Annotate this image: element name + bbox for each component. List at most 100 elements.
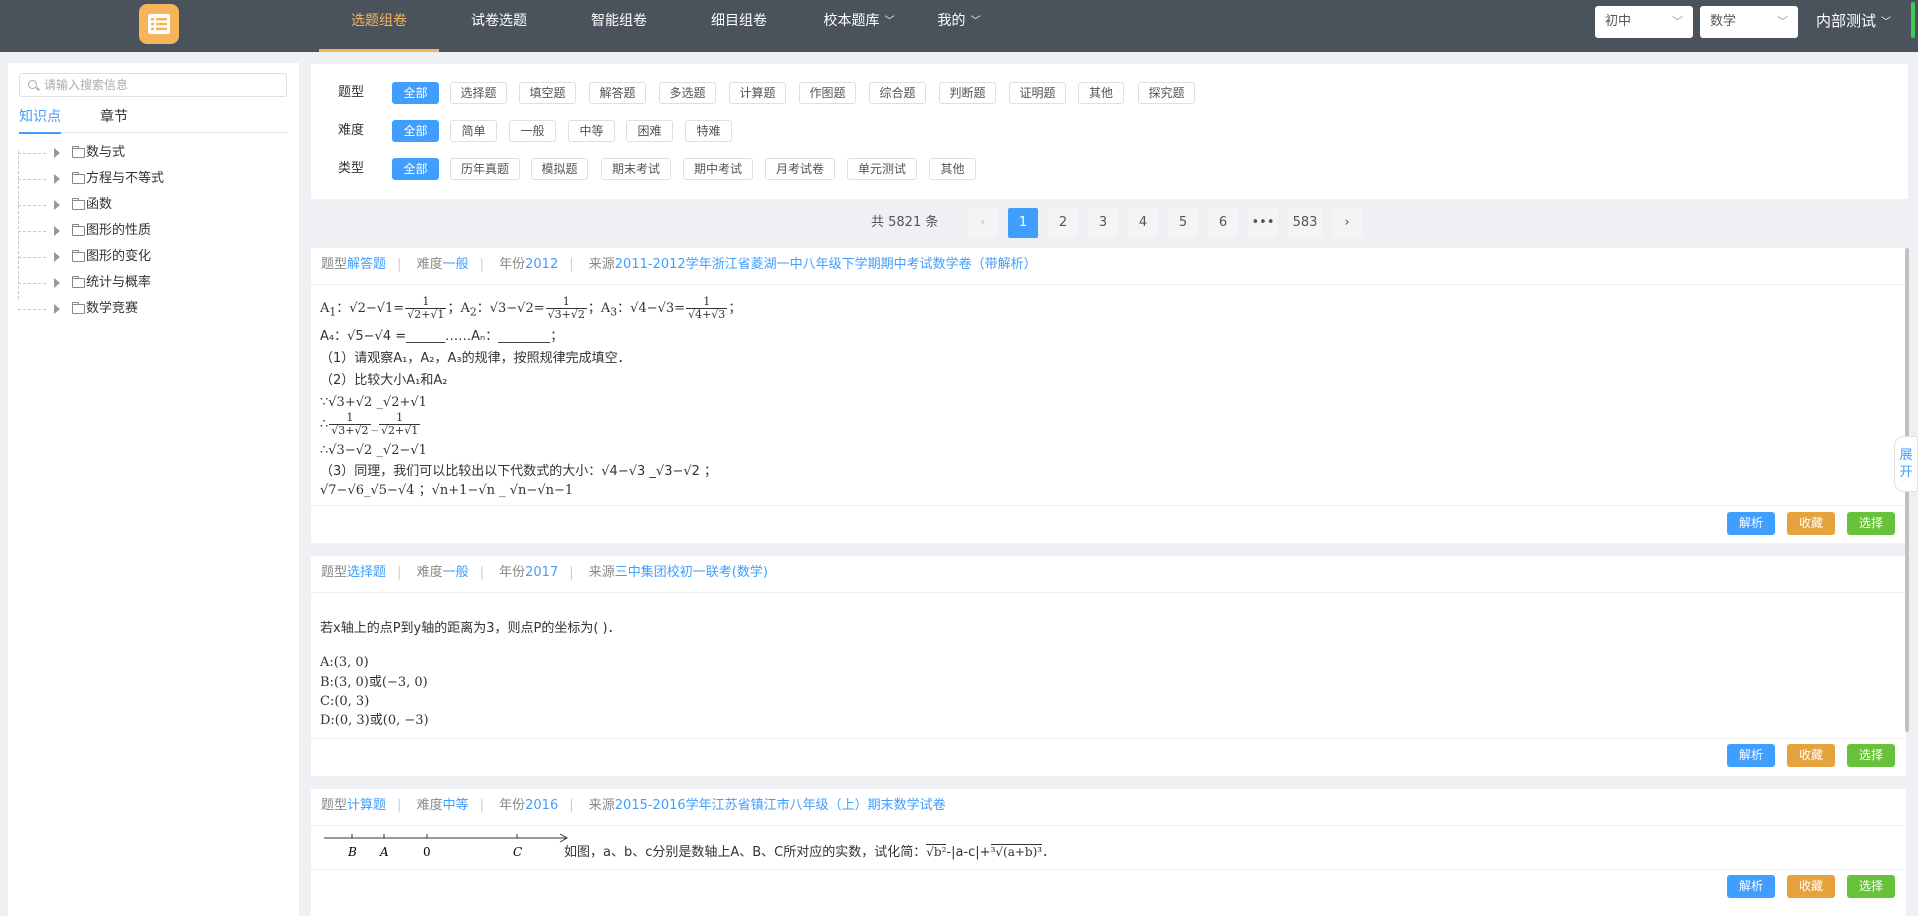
number-line-label: A [379, 845, 389, 859]
meta-label: 难度 [416, 565, 443, 580]
tree-item[interactable]: 函数 [18, 192, 298, 218]
tree-item[interactable]: 方程与不等式 [18, 166, 298, 192]
filter-chip[interactable]: 其他 [1078, 82, 1124, 104]
search-icon [28, 80, 37, 89]
subject-select[interactable]: 数学 ﹀ [1700, 6, 1798, 38]
question-source[interactable]: 2015-2016学年江苏省镇江市八年级（上）期末数学试卷 [615, 798, 946, 813]
meta-label: 来源 [588, 565, 615, 580]
select-button[interactable]: 选择 [1847, 875, 1895, 898]
more-pages-button[interactable]: ••• [1248, 208, 1278, 238]
filter-chip[interactable]: 中等 [568, 120, 615, 142]
question-difficulty: 一般 [442, 257, 469, 272]
filter-chip[interactable]: 全部 [392, 82, 439, 104]
tree-item-label: 图形的变化 [86, 249, 152, 264]
next-page-button[interactable]: › [1332, 208, 1362, 238]
nav-label: 智能组卷 [591, 13, 647, 29]
nav-label: 我的 [937, 13, 966, 29]
tab-chapter[interactable]: 章节 [100, 107, 128, 127]
question-year: 2017 [525, 565, 559, 580]
filter-chip[interactable]: 多选题 [659, 82, 716, 104]
filter-chip[interactable]: 判断题 [939, 82, 996, 104]
user-name: 内部测试 [1816, 12, 1877, 30]
question-stem: 若x轴上的点P到y轴的距离为3，则点P的坐标为( )． [320, 621, 621, 636]
filter-chip[interactable]: 计算题 [729, 82, 786, 104]
question-line: （2）比较大小A₁和A₂ [320, 373, 448, 388]
filter-chip[interactable]: 期中考试 [683, 158, 753, 180]
favorite-button[interactable]: 收藏 [1787, 875, 1835, 898]
tree-item[interactable]: 数学竞赛 [18, 296, 298, 322]
page-button[interactable]: 4 [1128, 208, 1158, 238]
filter-row-category: 类型 全部 历年真题 模拟题 期末考试 期中考试 月考试卷 单元测试 其他 [311, 157, 1908, 181]
filter-chip[interactable]: 选择题 [450, 82, 507, 104]
analysis-button[interactable]: 解析 [1727, 744, 1775, 767]
expand-panel-button[interactable]: 展开 [1894, 436, 1918, 492]
page-button[interactable]: 6 [1208, 208, 1238, 238]
filter-chip[interactable]: 简单 [450, 120, 497, 142]
analysis-button[interactable]: 解析 [1727, 875, 1775, 898]
filter-label: 难度 [338, 123, 365, 138]
filter-chip[interactable]: 一般 [509, 120, 556, 142]
filter-chip[interactable]: 填空题 [519, 82, 576, 104]
filter-chip[interactable]: 全部 [392, 120, 439, 142]
tree-item[interactable]: 图形的变化 [18, 244, 298, 270]
app-logo[interactable] [139, 4, 179, 44]
filter-chip[interactable]: 综合题 [869, 82, 926, 104]
filter-chip[interactable]: 特难 [685, 120, 732, 142]
page-button[interactable]: 5 [1168, 208, 1198, 238]
caret-right-icon [54, 278, 60, 288]
filter-chip[interactable]: 历年真题 [450, 158, 520, 180]
select-button[interactable]: 选择 [1847, 744, 1895, 767]
nav-zhineng-zujuan[interactable]: 智能组卷 [559, 0, 679, 52]
nav-xiaoben-tiku[interactable]: 校本题库 ﹀ [799, 0, 919, 52]
meta-label: 年份 [499, 565, 526, 580]
filter-chip[interactable]: 困难 [626, 120, 673, 142]
filter-chip[interactable]: 模拟题 [531, 158, 588, 180]
tree-item[interactable]: 图形的性质 [18, 218, 298, 244]
favorite-button[interactable]: 收藏 [1787, 744, 1835, 767]
page-button[interactable]: 3 [1088, 208, 1118, 238]
question-difficulty: 一般 [442, 565, 469, 580]
page-button[interactable]: 1 [1008, 208, 1038, 238]
question-year: 2016 [525, 798, 559, 813]
question-card: 题型解答题 | 难度一般 | 年份2012 | 来源2011-2012学年浙江省菱湖一… [311, 248, 1906, 543]
filter-chip[interactable]: 探究题 [1138, 82, 1195, 104]
filter-chip[interactable]: 作图题 [799, 82, 856, 104]
nav-wode[interactable]: 我的 ﹀ [919, 0, 999, 52]
filter-chip[interactable]: 单元测试 [847, 158, 917, 180]
select-button[interactable]: 选择 [1847, 512, 1895, 535]
question-line: ∴√3−√2 _√2−√1 [320, 443, 427, 458]
question-source[interactable]: 三中集团校初一联考(数学) [615, 565, 768, 580]
question-line: A1：√2−√1= 1 √2+√1 ；A2：√3−√2= 1 √3+√2 ；A3：√4−√3… [320, 295, 742, 321]
filter-chip[interactable]: 月考试卷 [765, 158, 835, 180]
question-type: 解答题 [347, 257, 387, 272]
filter-label: 类型 [338, 161, 365, 176]
filter-chip[interactable]: 全部 [392, 158, 439, 180]
question-line: （1）请观察A₁，A₂，A₃的规律，按照规律完成填空． [320, 351, 631, 366]
top-header: 选题组卷 试卷选题 智能组卷 细目组卷 校本题库 ﹀ 我的 ﹀ 初中 ﹀ 数学 ﹀ 内部… [0, 0, 1918, 52]
filter-chip[interactable]: 解答题 [589, 82, 646, 104]
question-meta: 题型选择题 | 难度一般 | 年份2017 | 来源三中集团校初一联考(数学) [321, 565, 768, 580]
question-source[interactable]: 2011-2012学年浙江省菱湖一中八年级下学期期中考试数学卷（带解析） [615, 257, 1037, 272]
nav-shijuan-xuanti[interactable]: 试卷选题 [439, 0, 559, 52]
question-difficulty: 中等 [442, 798, 469, 813]
favorite-button[interactable]: 收藏 [1787, 512, 1835, 535]
filter-chip[interactable]: 其他 [929, 158, 976, 180]
meta-label: 题型 [321, 257, 348, 272]
tree-item[interactable]: 数与式 [18, 140, 298, 166]
page-button[interactable]: 2 [1048, 208, 1078, 238]
analysis-button[interactable]: 解析 [1727, 512, 1775, 535]
page-button[interactable]: 583 [1288, 208, 1322, 238]
filter-chip[interactable]: 证明题 [1009, 82, 1066, 104]
nav-xuanti-zujuan[interactable]: 选题组卷 [319, 0, 439, 52]
prev-page-button[interactable]: ‹ [968, 208, 998, 238]
grade-select[interactable]: 初中 ﹀ [1595, 6, 1693, 38]
tab-knowledge[interactable]: 知识点 [19, 107, 61, 134]
filter-chip[interactable]: 期末考试 [601, 158, 671, 180]
main-nav: 选题组卷 试卷选题 智能组卷 细目组卷 校本题库 ﹀ 我的 ﹀ [319, 0, 999, 52]
nav-label: 选题组卷 [351, 13, 407, 29]
caret-right-icon [54, 226, 60, 236]
tree-item[interactable]: 统计与概率 [18, 270, 298, 296]
nav-ximu-zujuan[interactable]: 细目组卷 [679, 0, 799, 52]
user-menu[interactable]: 内部测试 ﹀ [1816, 0, 1891, 42]
search-input[interactable]: 请输入搜索信息 [19, 73, 287, 97]
